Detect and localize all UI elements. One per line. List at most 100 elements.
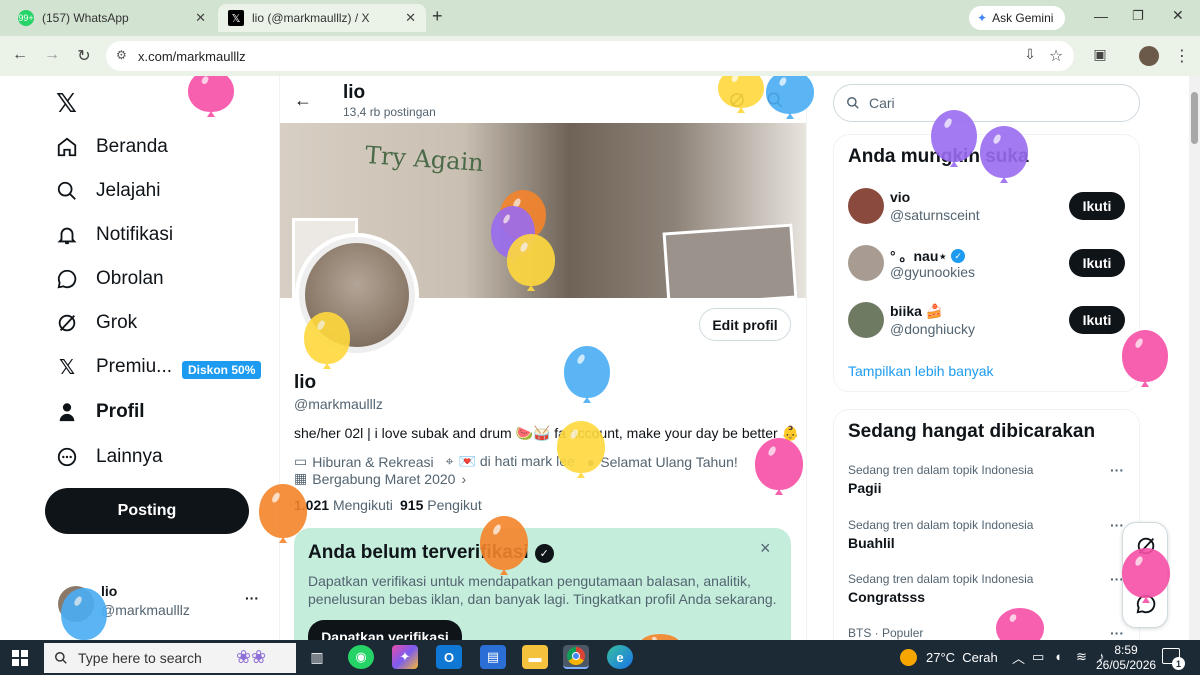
bookmark-star-icon[interactable]: ☆ <box>1046 46 1066 66</box>
location-pin-icon: ⌖ <box>445 453 454 469</box>
profile-name: lio <box>294 372 317 393</box>
account-handle: @markmaulllz <box>101 602 190 618</box>
task-view-icon[interactable]: ▥ <box>304 645 330 669</box>
followers-link[interactable]: 915 Pengikut <box>400 497 482 513</box>
wifi-icon[interactable]: ≋ <box>1076 649 1087 665</box>
following-link[interactable]: 1.021 Mengikuti <box>294 497 393 513</box>
chevron-up-icon[interactable]: ︿ <box>1012 648 1025 667</box>
close-icon[interactable]: ✕ <box>405 10 416 26</box>
balloon-decoration <box>61 588 107 640</box>
minimize-icon[interactable]: — <box>1094 8 1108 24</box>
trend-more-button[interactable]: ··· <box>1110 625 1124 640</box>
reload-icon[interactable]: ↻ <box>74 46 94 66</box>
nav-item-grok[interactable]: Grok <box>56 312 137 334</box>
edge-icon[interactable]: e <box>607 645 633 669</box>
tab-whatsapp[interactable]: 99+ (157) WhatsApp ✕ <box>8 4 216 32</box>
nav-label: Profil <box>96 401 145 422</box>
verify-card: Anda belum terverifikasi ✓ × Dapatkan ve… <box>294 528 791 640</box>
ask-gemini-button[interactable]: ✦ Ask Gemini <box>969 6 1065 30</box>
search-icon <box>56 180 78 202</box>
trend-more-button[interactable]: ··· <box>1110 462 1124 478</box>
nav-item-premium[interactable]: 𝕏 Premiu... <box>56 356 172 379</box>
follow-button[interactable]: Ikuti <box>1069 192 1125 220</box>
account-name[interactable]: lio <box>101 583 117 599</box>
nav-item-explore[interactable]: Jelajahi <box>56 180 160 202</box>
show-more-link[interactable]: Tampilkan lebih banyak <box>848 363 994 379</box>
forward-arrow-icon[interactable]: → <box>42 46 62 64</box>
taskbar-search-input[interactable]: Type here to search ❀❀ <box>44 643 296 673</box>
profile-avatar[interactable] <box>1139 46 1159 66</box>
profile-header-name: lio <box>343 82 366 103</box>
lavender-decoration-icon: ❀❀ <box>236 647 267 667</box>
balloon-decoration <box>980 126 1028 178</box>
file-explorer-icon[interactable]: ▬ <box>522 645 548 669</box>
reading-mode-icon[interactable]: ▣ <box>1090 46 1110 63</box>
restore-icon[interactable]: ❐ <box>1132 8 1144 24</box>
nav-item-more[interactable]: Lainnya <box>56 446 163 468</box>
nav-item-profile[interactable]: Profil <box>56 401 145 423</box>
chevron-right-icon[interactable]: › <box>461 471 466 487</box>
install-app-icon[interactable]: ⇩ <box>1020 46 1040 63</box>
close-icon[interactable]: ✕ <box>195 10 206 26</box>
avatar[interactable] <box>848 188 884 224</box>
verified-badge-icon: ✓ <box>951 249 966 263</box>
nav-item-notifications[interactable]: Notifikasi <box>56 224 173 246</box>
suggestion-name[interactable]: ° 。nau⋆ <box>890 246 947 266</box>
clock-date[interactable]: 26/05/2026 <box>1096 658 1156 672</box>
calendar-icon: ▦ <box>294 470 308 486</box>
taskbar-search-placeholder: Type here to search <box>78 650 202 666</box>
nav-label: Grok <box>96 312 138 333</box>
trends-card: Sedang hangat dibicarakan Sedang tren da… <box>833 409 1140 640</box>
outlook-icon[interactable]: O <box>436 645 462 669</box>
nav-label: Obrolan <box>96 268 164 289</box>
copilot-icon[interactable]: ✦ <box>392 645 418 669</box>
weather-text[interactable]: 27°C Cerah <box>926 650 998 665</box>
profile-category: Hiburan & Rekreasi <box>312 453 434 470</box>
chrome-icon[interactable] <box>563 645 589 669</box>
windows-start-icon[interactable] <box>12 650 28 666</box>
follow-button[interactable]: Ikuti <box>1069 306 1125 334</box>
close-icon[interactable]: × <box>760 538 771 559</box>
nav-item-chat[interactable]: Obrolan <box>56 268 164 290</box>
trend-name[interactable]: Pagii <box>848 480 881 496</box>
post-button[interactable]: Posting <box>45 488 249 534</box>
x-app: 𝕏 Beranda Jelajahi Notifikasi Obrolan Gr… <box>0 76 1200 640</box>
x-logo-icon: 𝕏 <box>228 10 244 26</box>
site-info-icon[interactable]: ⚙ <box>116 48 127 62</box>
store-icon[interactable]: ▤ <box>480 645 506 669</box>
network-icon[interactable]: ▭ <box>1032 649 1044 665</box>
clock-time[interactable]: 8:59 <box>1112 643 1140 657</box>
edit-profile-button[interactable]: Edit profil <box>699 308 791 341</box>
suggestion-name[interactable]: vio <box>890 189 910 205</box>
grok-icon <box>56 312 78 334</box>
search-placeholder: Cari <box>869 95 895 111</box>
trend-meta: Sedang tren dalam topik Indonesia <box>848 572 1034 586</box>
back-arrow-icon[interactable]: ← <box>10 46 30 64</box>
address-bar[interactable]: ⚙ x.com/markmaulllz <box>106 41 1074 71</box>
browser-menu-icon[interactable]: ⋮ <box>1172 46 1192 66</box>
more-circle-icon <box>56 446 78 468</box>
account-more-button[interactable]: ··· <box>245 590 259 606</box>
avatar[interactable] <box>848 245 884 281</box>
scrollbar-thumb[interactable] <box>1191 92 1198 144</box>
volume-icon[interactable]: ◖ <box>1054 649 1062 664</box>
balloon-decoration <box>1122 548 1170 598</box>
new-tab-button[interactable]: + <box>432 6 443 27</box>
search-input[interactable]: Cari <box>833 84 1140 122</box>
banner-text: Try Again <box>364 140 485 178</box>
trend-name[interactable]: Congratsss <box>848 589 925 605</box>
avatar[interactable] <box>848 302 884 338</box>
whatsapp-icon[interactable]: ◉ <box>348 645 374 669</box>
profile-birthday[interactable]: Selamat Ulang Tahun! <box>600 454 738 470</box>
scrollbar[interactable] <box>1189 76 1200 640</box>
trend-name[interactable]: Buahlil <box>848 535 895 551</box>
chat-bubble-icon <box>56 268 78 290</box>
suggestion-name[interactable]: biika 🍰 <box>890 303 943 320</box>
x-logo-icon[interactable]: 𝕏 <box>56 88 77 119</box>
nav-item-home[interactable]: Beranda <box>56 136 168 158</box>
get-verified-button[interactable]: Dapatkan verifikasi <box>308 620 462 640</box>
back-arrow-icon[interactable]: ← <box>294 90 312 111</box>
follow-button[interactable]: Ikuti <box>1069 249 1125 277</box>
window-close-icon[interactable]: ✕ <box>1172 7 1184 24</box>
tab-x-profile[interactable]: 𝕏 lio (@markmaulllz) / X ✕ <box>218 4 426 32</box>
